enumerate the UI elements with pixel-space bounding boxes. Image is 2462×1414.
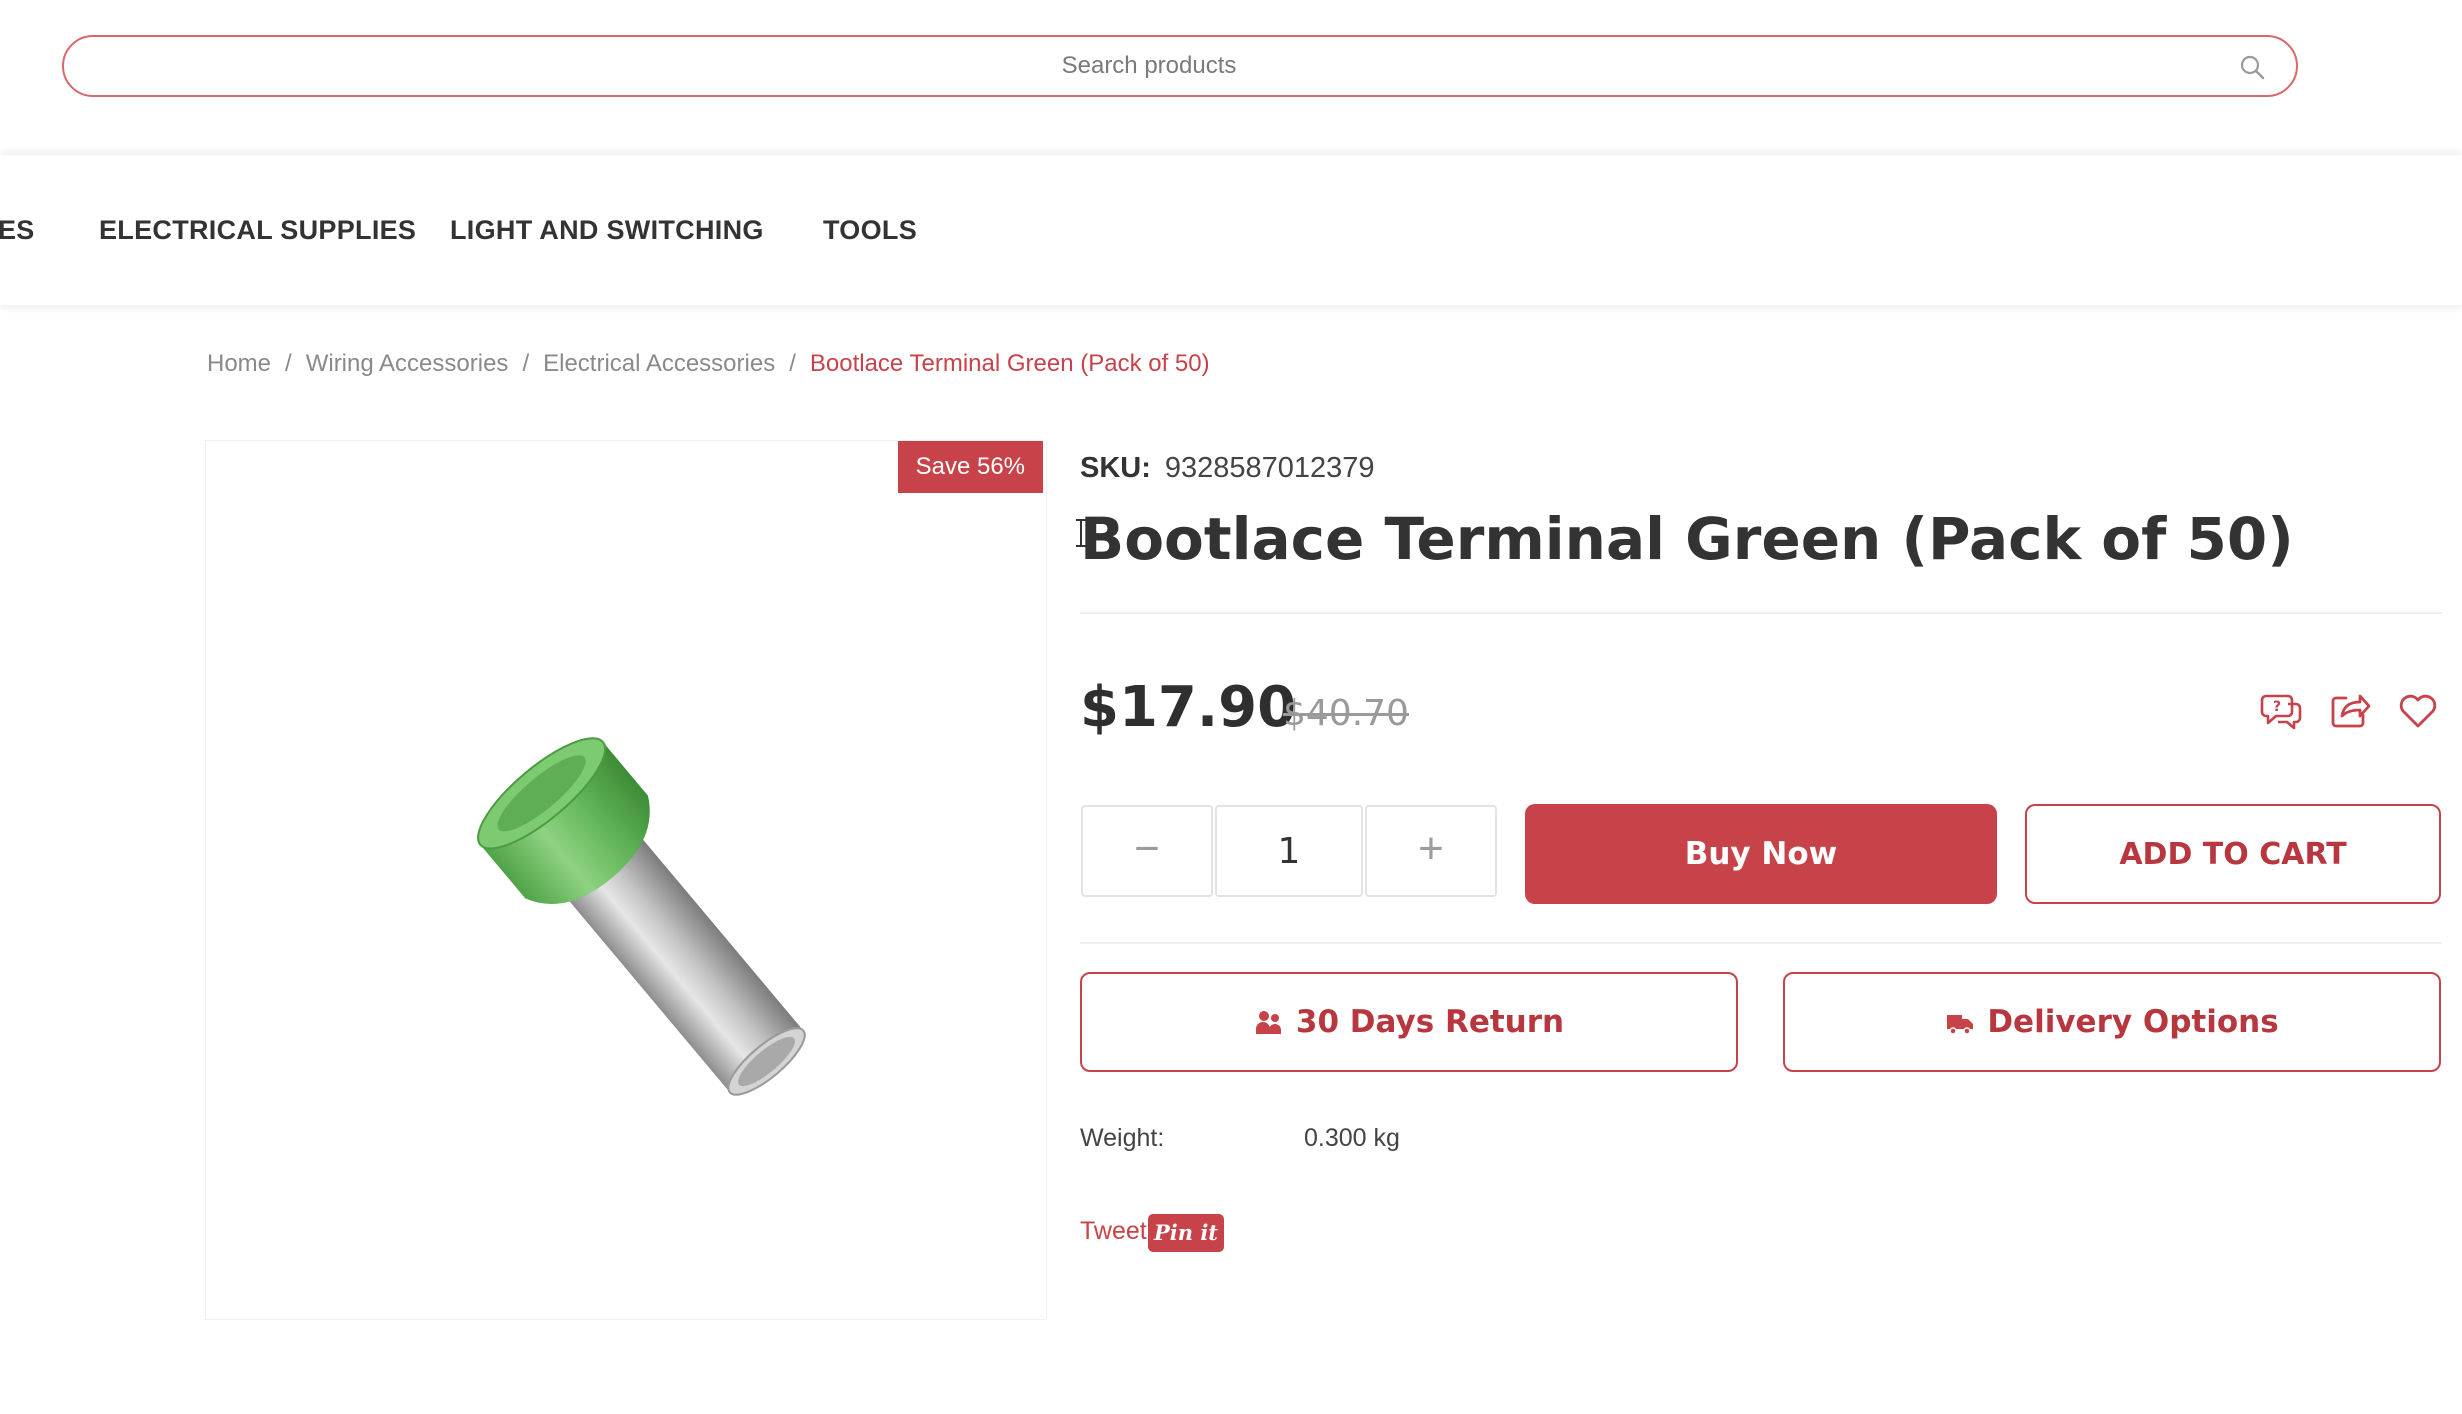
breadcrumb-separator: / bbox=[285, 350, 292, 377]
search-input[interactable] bbox=[94, 37, 2204, 95]
header bbox=[0, 0, 2462, 155]
share-icon[interactable] bbox=[2328, 688, 2372, 732]
svg-text:?: ? bbox=[2273, 699, 2281, 715]
delivery-options-label: Delivery Options bbox=[1987, 1004, 2279, 1040]
quantity-increase-button[interactable]: + bbox=[1365, 805, 1497, 897]
delivery-options-button[interactable]: Delivery Options bbox=[1783, 972, 2441, 1072]
returns-label: 30 Days Return bbox=[1295, 1004, 1565, 1040]
product-image[interactable] bbox=[396, 641, 856, 1101]
buy-now-button[interactable]: Buy Now bbox=[1525, 804, 1997, 904]
sku-label: SKU: bbox=[1080, 452, 1151, 484]
main-nav: ES ELECTRICAL SUPPLIES LIGHT AND SWITCHI… bbox=[0, 155, 2462, 305]
breadcrumb-home[interactable]: Home bbox=[207, 350, 271, 377]
pinit-button[interactable]: Pin it bbox=[1148, 1214, 1224, 1252]
breadcrumb: Home / Wiring Accessories / Electrical Acces… bbox=[207, 350, 1210, 378]
weight-value: 0.300 kg bbox=[1304, 1124, 1400, 1152]
question-chat-icon[interactable]: ? bbox=[2260, 688, 2304, 732]
nav-item-partial[interactable]: ES bbox=[0, 215, 35, 246]
search-bar[interactable] bbox=[62, 35, 2298, 97]
product-image-panel[interactable]: Save 56% bbox=[205, 440, 1047, 1320]
tweet-link[interactable]: Tweet bbox=[1080, 1217, 1147, 1246]
returns-button[interactable]: 30 Days Return bbox=[1080, 972, 1738, 1072]
sku-value: 9328587012379 bbox=[1164, 452, 1375, 484]
nav-item-electrical-supplies[interactable]: ELECTRICAL SUPPLIES bbox=[99, 215, 416, 246]
sku-row: SKU: 9328587012379 bbox=[1080, 452, 1375, 485]
weight-label: Weight: bbox=[1080, 1124, 1165, 1152]
breadcrumb-electrical-accessories[interactable]: Electrical Accessories bbox=[543, 350, 775, 377]
heart-icon[interactable] bbox=[2396, 688, 2440, 732]
nav-item-tools[interactable]: TOOLS bbox=[823, 215, 917, 246]
search-icon[interactable] bbox=[2238, 53, 2266, 81]
breadcrumb-current: Bootlace Terminal Green (Pack of 50) bbox=[809, 350, 1210, 377]
quantity-input[interactable] bbox=[1215, 805, 1363, 897]
add-to-cart-button[interactable]: ADD TO CART bbox=[2025, 804, 2441, 904]
product-title: Bootlace Terminal Green (Pack of 50) bbox=[1080, 505, 2294, 573]
breadcrumb-wiring-accessories[interactable]: Wiring Accessories bbox=[306, 350, 509, 377]
nav-item-light-and-switching[interactable]: LIGHT AND SWITCHING bbox=[450, 215, 764, 246]
product-price: $17.90 bbox=[1080, 675, 1297, 740]
truck-icon bbox=[1947, 1015, 1974, 1035]
divider bbox=[1080, 942, 2442, 944]
quantity-decrease-button[interactable]: − bbox=[1081, 805, 1213, 897]
divider bbox=[1080, 612, 2442, 614]
save-badge: Save 56% bbox=[897, 441, 1043, 493]
breadcrumb-separator: / bbox=[522, 350, 530, 377]
people-icon bbox=[1255, 1011, 1281, 1034]
product-old-price: $40.70 bbox=[1283, 693, 1409, 734]
breadcrumb-separator: / bbox=[789, 350, 796, 377]
